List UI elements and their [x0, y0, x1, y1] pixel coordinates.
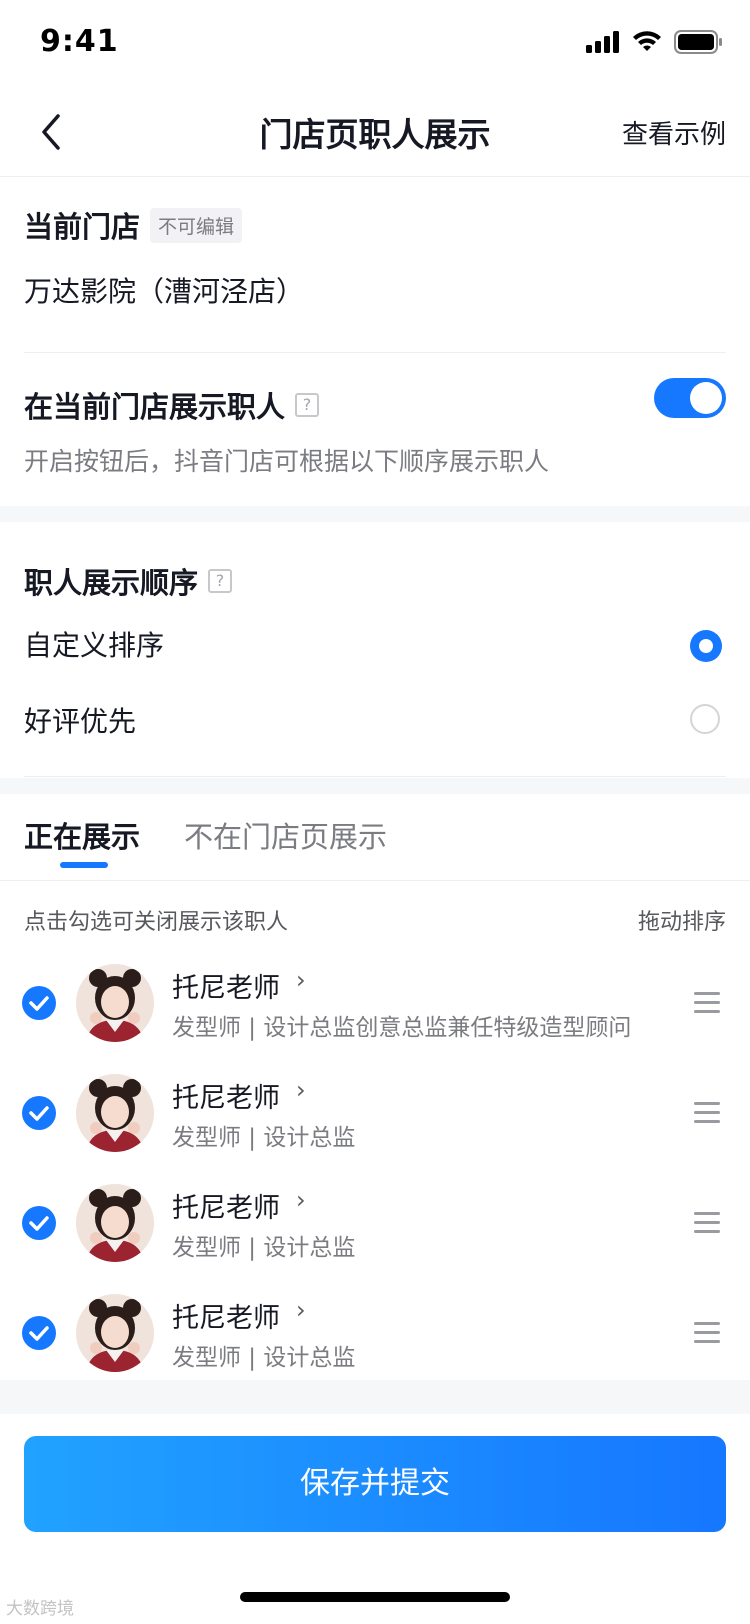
option-label: 自定义排序	[24, 629, 165, 662]
staff-row[interactable]: 托尼老师 › 发型师 | 设计总监	[0, 1170, 750, 1278]
section-gap	[0, 1380, 750, 1414]
drag-handle-icon[interactable]	[694, 992, 720, 1014]
tab-indicator	[60, 862, 108, 868]
staff-role: 发型师 | 设计总监	[172, 1235, 356, 1261]
order-label: 职人展示顺序	[24, 566, 199, 600]
watermark: 大数跨境	[6, 1599, 74, 1619]
chevron-right-icon: ›	[296, 1296, 306, 1324]
save-submit-button[interactable]: 保存并提交	[24, 1436, 726, 1532]
home-indicator	[240, 1592, 510, 1602]
battery-icon	[674, 30, 722, 54]
staff-role: 发型师 | 设计总监	[172, 1125, 356, 1151]
chevron-right-icon: ›	[296, 966, 306, 994]
tab-showing[interactable]: 正在展示	[24, 814, 140, 856]
drag-sort-label: 拖动排序	[637, 910, 726, 935]
drag-handle-icon[interactable]	[694, 1102, 720, 1124]
display-toggle-description: 开启按钮后，抖音门店可根据以下顺序展示职人	[24, 447, 550, 476]
radio-selected[interactable]	[690, 630, 722, 662]
avatar	[76, 1184, 154, 1262]
staff-row[interactable]: 托尼老师 › 发型师 | 设计总监	[0, 1060, 750, 1168]
avatar	[76, 1074, 154, 1152]
help-icon[interactable]: ?	[208, 569, 233, 593]
view-example-link[interactable]: 查看示例	[622, 114, 726, 151]
wifi-icon	[633, 31, 661, 51]
not-editable-tag: 不可编辑	[150, 207, 243, 243]
staff-row[interactable]: 托尼老师 › 发型师 | 设计总监创意总监兼任特级造型顾问	[0, 950, 750, 1058]
staff-name[interactable]: 托尼老师	[172, 1186, 280, 1225]
order-option-custom[interactable]: 自定义排序	[0, 612, 750, 680]
signal-icon	[586, 31, 619, 53]
staff-name[interactable]: 托尼老师	[172, 966, 280, 1005]
chevron-right-icon: ›	[296, 1186, 306, 1214]
store-label: 当前门店	[24, 210, 141, 244]
order-label-row: 职人展示顺序 ?	[24, 560, 233, 602]
tab-not-showing[interactable]: 不在门店页展示	[184, 814, 387, 856]
section-gap	[0, 506, 750, 522]
checkbox-checked-icon[interactable]	[22, 1096, 56, 1130]
display-toggle-label: 在当前门店展示职人	[24, 390, 286, 424]
staff-row[interactable]: 托尼老师 › 发型师 | 设计总监	[0, 1280, 750, 1388]
drag-handle-icon[interactable]	[694, 1322, 720, 1344]
store-name: 万达影院（漕河泾店）	[24, 275, 305, 308]
help-icon[interactable]: ?	[295, 393, 320, 417]
radio-unselected[interactable]	[690, 704, 720, 734]
divider	[24, 352, 726, 353]
store-label-row: 当前门店 不可编辑	[24, 204, 243, 246]
nav-bar: 门店页职人展示 查看示例	[0, 88, 750, 177]
option-label: 好评优先	[24, 705, 137, 738]
checkbox-checked-icon[interactable]	[22, 1316, 56, 1350]
order-option-rating[interactable]: 好评优先	[0, 688, 750, 756]
list-hint: 点击勾选可关闭展示该职人	[24, 910, 289, 935]
divider	[0, 880, 750, 881]
drag-handle-icon[interactable]	[694, 1212, 720, 1234]
status-icons	[586, 30, 722, 54]
toggle-knob	[690, 382, 722, 414]
staff-name[interactable]: 托尼老师	[172, 1076, 280, 1115]
divider	[24, 776, 726, 777]
staff-role: 发型师 | 设计总监	[172, 1345, 356, 1371]
section-gap	[0, 778, 750, 794]
avatar	[76, 964, 154, 1042]
display-toggle-switch[interactable]	[654, 378, 726, 418]
staff-name[interactable]: 托尼老师	[172, 1296, 280, 1335]
status-time: 9:41	[40, 24, 119, 59]
staff-role: 发型师 | 设计总监创意总监兼任特级造型顾问	[172, 1015, 632, 1041]
avatar	[76, 1294, 154, 1372]
display-toggle-label-row: 在当前门店展示职人 ?	[24, 384, 320, 426]
checkbox-checked-icon[interactable]	[22, 1206, 56, 1240]
checkbox-checked-icon[interactable]	[22, 986, 56, 1020]
chevron-right-icon: ›	[296, 1076, 306, 1104]
